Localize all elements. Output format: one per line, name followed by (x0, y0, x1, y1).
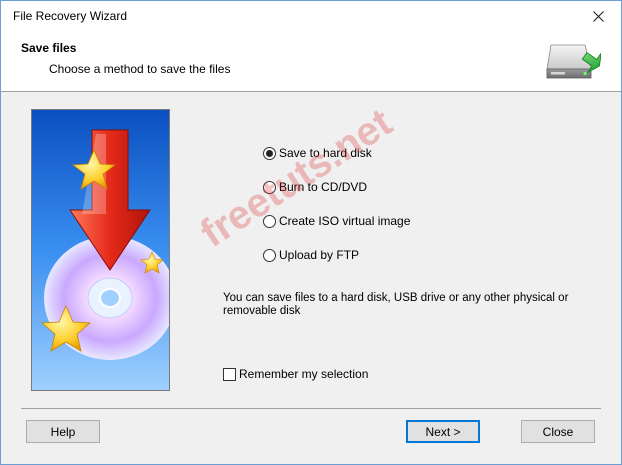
option-label: Save to hard disk (279, 146, 372, 160)
disc-download-illustration (31, 109, 170, 391)
option-label: Upload by FTP (279, 248, 360, 262)
help-button[interactable]: Help (26, 420, 100, 443)
close-window-button[interactable] (575, 1, 621, 31)
close-icon (592, 10, 604, 22)
option-description: You can save files to a hard disk, USB d… (223, 292, 569, 317)
option-label: Create ISO virtual image (279, 214, 411, 228)
window-title: File Recovery Wizard (13, 9, 128, 23)
wizard-window: File Recovery Wizard Save files Choose a… (0, 0, 622, 465)
option-label: Burn to CD/DVD (279, 180, 368, 194)
option-burn-to-cd-dvd[interactable]: Burn to CD/DVD (263, 180, 367, 194)
checkbox-box[interactable] (223, 367, 236, 381)
remember-selection-checkbox[interactable]: Remember my selection (223, 367, 368, 381)
footer-divider (21, 408, 601, 409)
next-button[interactable]: Next > (406, 420, 480, 443)
radio-save-to-hard-disk[interactable] (263, 146, 276, 160)
radio-burn-to-cd-dvd[interactable] (263, 180, 276, 194)
page-title: Save files (21, 41, 77, 55)
illustration-graphic (32, 110, 169, 390)
option-upload-by-ftp[interactable]: Upload by FTP (263, 248, 359, 262)
option-save-to-hard-disk[interactable]: Save to hard disk (263, 146, 372, 160)
watermark: freetuts.net (193, 100, 400, 256)
title-bar: File Recovery Wizard (1, 1, 621, 31)
remember-label: Remember my selection (239, 367, 369, 381)
hard-drive-save-icon (546, 44, 601, 79)
close-button[interactable]: Close (521, 420, 595, 443)
page-subtitle: Choose a method to save the files (49, 62, 231, 76)
option-create-iso-image[interactable]: Create ISO virtual image (263, 214, 410, 228)
wizard-header: Save files Choose a method to save the f… (1, 31, 621, 92)
radio-create-iso-image[interactable] (263, 214, 276, 228)
radio-upload-by-ftp[interactable] (263, 248, 276, 262)
